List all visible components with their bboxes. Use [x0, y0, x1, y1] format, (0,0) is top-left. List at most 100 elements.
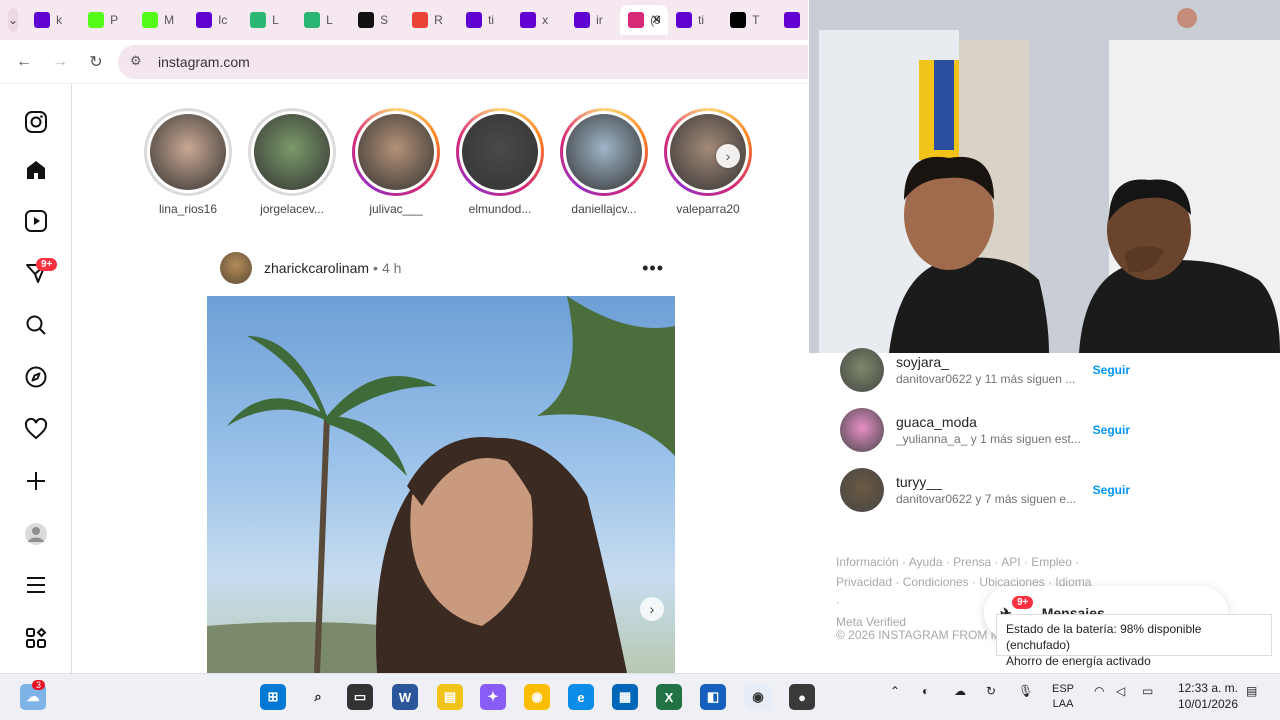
suggestion-avatar[interactable]: [840, 348, 884, 392]
browser-tab[interactable]: P: [80, 5, 134, 35]
story-avatar: [358, 114, 434, 190]
forward-button[interactable]: →: [46, 48, 74, 76]
profile-avatar-icon[interactable]: [22, 520, 50, 548]
story-item[interactable]: daniellajcv...: [552, 108, 656, 216]
volume-icon[interactable]: ◁: [1116, 684, 1125, 698]
stories-tray: lina_rios16 jorgelacev... julivac___ elmund…: [136, 108, 760, 216]
browser-tab[interactable]: (9 ✕: [620, 5, 669, 35]
follow-button[interactable]: Seguir: [1093, 483, 1130, 497]
search-taskbar-icon[interactable]: ⌕: [305, 684, 331, 710]
browser-tab[interactable]: k: [26, 5, 80, 35]
more-apps-icon[interactable]: [22, 624, 50, 652]
story-item[interactable]: jorgelacev...: [240, 108, 344, 216]
menu-icon[interactable]: [22, 571, 50, 599]
battery-icon[interactable]: ▭: [1142, 684, 1153, 698]
tray-overflow-icon[interactable]: ⌃: [890, 684, 900, 698]
tray-cloud-icon[interactable]: ☁: [954, 684, 966, 698]
follow-button[interactable]: Seguir: [1093, 423, 1130, 437]
chrome-profile-icon[interactable]: ◉: [745, 684, 771, 710]
weather-badge: 3: [32, 680, 46, 690]
app-icon[interactable]: ◧: [700, 684, 726, 710]
create-icon[interactable]: [22, 467, 50, 495]
post-image[interactable]: ›: [207, 296, 675, 673]
tab-search-button[interactable]: ⌄: [8, 8, 19, 32]
story-item[interactable]: elmundod...: [448, 108, 552, 216]
more-options-icon[interactable]: •••: [642, 258, 664, 279]
browser-tab[interactable]: ir: [566, 5, 620, 35]
stories-next-button[interactable]: ›: [716, 144, 740, 168]
notification-center-icon[interactable]: ▤: [1246, 684, 1257, 698]
tab-label: k: [56, 13, 63, 27]
start-icon[interactable]: ⊞: [260, 684, 286, 710]
taskbar: ☁ 3 ⊞ ⌕ ▭ W ▤ ✦ ◉ e ▦ X ◧ ◉ ● ⌃ ◐ ☁ ↻ 🎙 …: [0, 673, 1280, 720]
chrome-icon[interactable]: ◉: [524, 684, 550, 710]
browser-tab[interactable]: ti: [668, 5, 722, 35]
story-item[interactable]: valeparra20: [656, 108, 760, 216]
copilot-icon[interactable]: ✦: [480, 684, 506, 710]
browser-tab[interactable]: ti: [458, 5, 512, 35]
story-item[interactable]: lina_rios16: [136, 108, 240, 216]
tray-sync-icon[interactable]: ↻: [986, 684, 996, 698]
clock[interactable]: 12:33 a. m. 10/01/2026: [1172, 680, 1238, 712]
explore-icon[interactable]: [22, 363, 50, 391]
edge-icon[interactable]: e: [568, 684, 594, 710]
suggestion-username[interactable]: soyjara_: [896, 354, 1093, 370]
wifi-icon[interactable]: ◠: [1094, 684, 1104, 698]
word-icon[interactable]: W: [392, 684, 418, 710]
language-line-2: LAA: [1052, 698, 1074, 710]
tab-label: P: [110, 13, 119, 27]
suggestion-text: turyy__ danitovar0622 y 7 más siguen e...: [896, 474, 1093, 506]
suggestion-mutuals: danitovar0622 y 11 más siguen ...: [896, 372, 1076, 386]
store-icon[interactable]: ▦: [612, 684, 638, 710]
site-info-icon[interactable]: ⚙: [130, 53, 148, 71]
browser-tab[interactable]: S: [350, 5, 404, 35]
toolbar: ← → ↻ ⚙ instagram.com: [0, 40, 808, 84]
close-tab-icon[interactable]: ✕: [651, 12, 662, 28]
browser-tab[interactable]: T: [722, 5, 776, 35]
tray-app-icon[interactable]: ◐: [922, 684, 929, 698]
suggestion-avatar[interactable]: [840, 408, 884, 452]
story-item[interactable]: julivac___: [344, 108, 448, 216]
browser-tab[interactable]: Ic: [188, 5, 242, 35]
heart-icon[interactable]: [22, 415, 50, 443]
footer-line-1[interactable]: Información · Ayuda · Prensa · API · Emp…: [836, 552, 1096, 572]
back-button[interactable]: ←: [10, 48, 38, 76]
reels-icon[interactable]: [22, 207, 50, 235]
suggestion-avatar[interactable]: [840, 468, 884, 512]
suggestion-username[interactable]: turyy__: [896, 474, 1093, 490]
tab-label: ir: [596, 13, 603, 27]
browser-tab[interactable]: x: [512, 5, 566, 35]
instagram-logo-icon[interactable]: [22, 108, 50, 136]
file-explorer-icon[interactable]: ▤: [437, 684, 463, 710]
microphone-icon[interactable]: 🎙: [1018, 684, 1033, 698]
browser-tab[interactable]: L: [296, 5, 350, 35]
suggestion-text: guaca_moda _yulianna_a_ y 1 más siguen es…: [896, 414, 1093, 446]
follow-button[interactable]: Seguir: [1093, 363, 1130, 377]
story-username: daniellajcv...: [571, 202, 637, 216]
yahoo-icon: [466, 12, 483, 28]
post-author-avatar[interactable]: [220, 252, 252, 284]
post-author-username[interactable]: zharickcarolinam: [264, 260, 369, 276]
post-next-button[interactable]: ›: [640, 597, 664, 621]
logo-icon: [250, 12, 267, 28]
browser-tab[interactable]: R: [404, 5, 458, 35]
suggestion-username[interactable]: guaca_moda: [896, 414, 1093, 430]
story-ring: [456, 108, 544, 196]
search-icon[interactable]: [22, 311, 50, 339]
clock-time: 12:33 a. m.: [1177, 681, 1238, 695]
home-icon[interactable]: [22, 156, 50, 184]
tab-label: L: [272, 13, 279, 27]
language-indicator[interactable]: ESP LAA: [1052, 682, 1074, 712]
excel-icon[interactable]: X: [656, 684, 682, 710]
browser-tab[interactable]: L: [242, 5, 296, 35]
obs-icon[interactable]: ●: [789, 684, 815, 710]
story-ring: [352, 108, 440, 196]
address-bar[interactable]: ⚙ instagram.com: [118, 44, 808, 79]
tab-label: L: [326, 13, 333, 27]
task-view-icon[interactable]: ▭: [347, 684, 373, 710]
copyright-text: © 2026 INSTAGRAM FROM M: [836, 628, 1001, 642]
browser-tab[interactable]: M: [134, 5, 188, 35]
reload-button[interactable]: ↻: [82, 48, 110, 76]
tab-label: ti: [488, 13, 495, 27]
suggestion-mutuals: danitovar0622 y 7 más siguen e...: [896, 492, 1077, 506]
